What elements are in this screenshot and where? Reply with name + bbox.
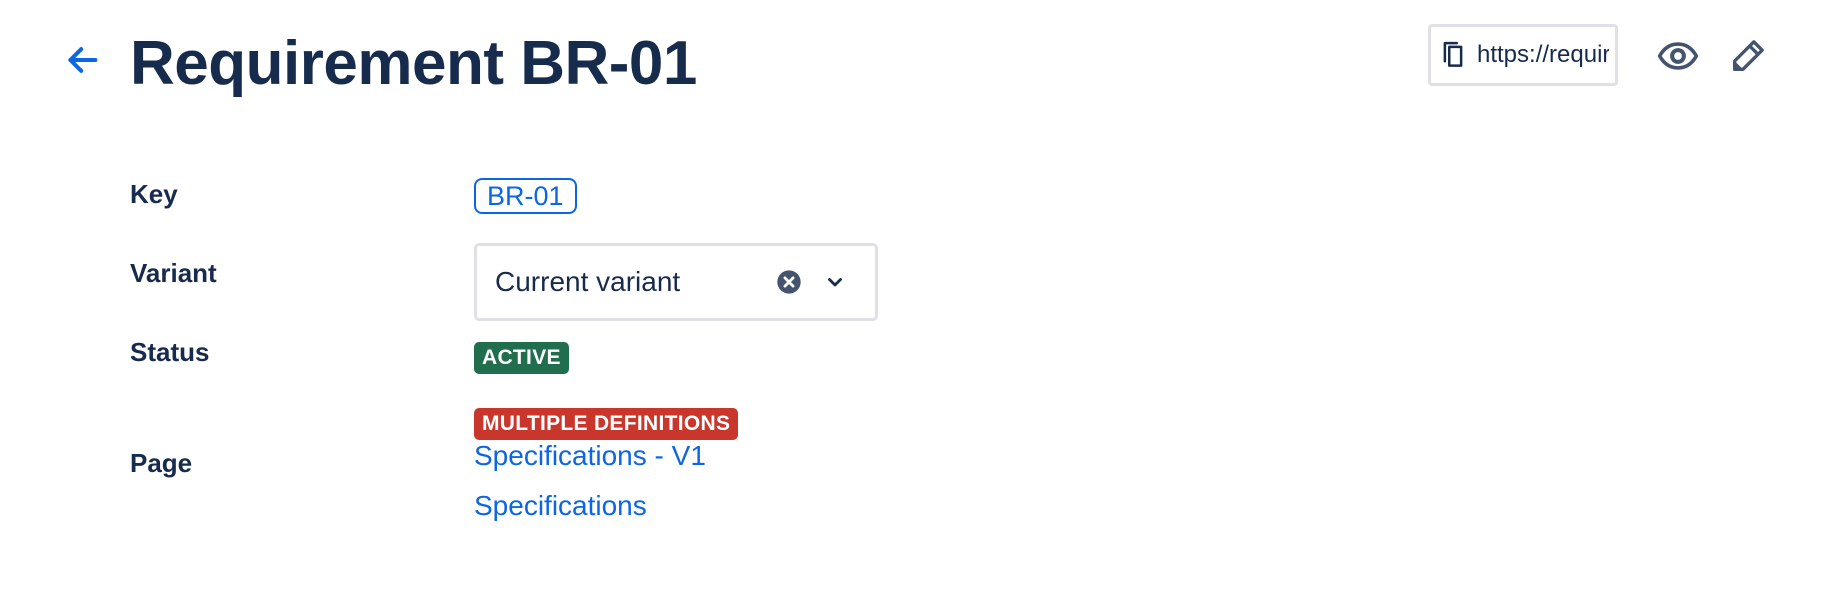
copy-button[interactable] bbox=[1431, 27, 1475, 83]
key-label: Key bbox=[130, 179, 178, 209]
arrow-left-icon bbox=[68, 47, 98, 73]
edit-button[interactable] bbox=[1724, 32, 1772, 80]
url-input[interactable] bbox=[1475, 41, 1609, 69]
variant-select[interactable]: Current variant bbox=[474, 243, 878, 321]
variant-dropdown-button[interactable] bbox=[817, 264, 853, 300]
status-label: Status bbox=[130, 337, 210, 367]
clear-circle-icon bbox=[777, 270, 801, 294]
url-field bbox=[1428, 24, 1618, 86]
watch-button[interactable] bbox=[1654, 32, 1702, 80]
variant-value: Current variant bbox=[495, 266, 681, 297]
variant-label: Variant bbox=[130, 258, 217, 288]
page-label: Page bbox=[130, 448, 193, 478]
copy-icon bbox=[1443, 41, 1463, 67]
eye-icon bbox=[1657, 42, 1699, 70]
page-link-specifications[interactable]: Specifications bbox=[474, 488, 647, 524]
back-button[interactable] bbox=[58, 36, 106, 84]
page-link-specifications-v1[interactable]: Specifications - V1 bbox=[474, 438, 706, 474]
multiple-definitions-badge: MULTIPLE DEFINITIONS bbox=[474, 408, 739, 440]
page-title: Requirement BR-01 bbox=[130, 29, 697, 98]
clear-variant-button[interactable] bbox=[771, 264, 807, 300]
status-badge: ACTIVE bbox=[474, 342, 569, 374]
chevron-down-icon bbox=[828, 278, 842, 287]
key-badge[interactable]: BR-01 bbox=[474, 178, 577, 214]
pencil-icon bbox=[1733, 40, 1764, 72]
